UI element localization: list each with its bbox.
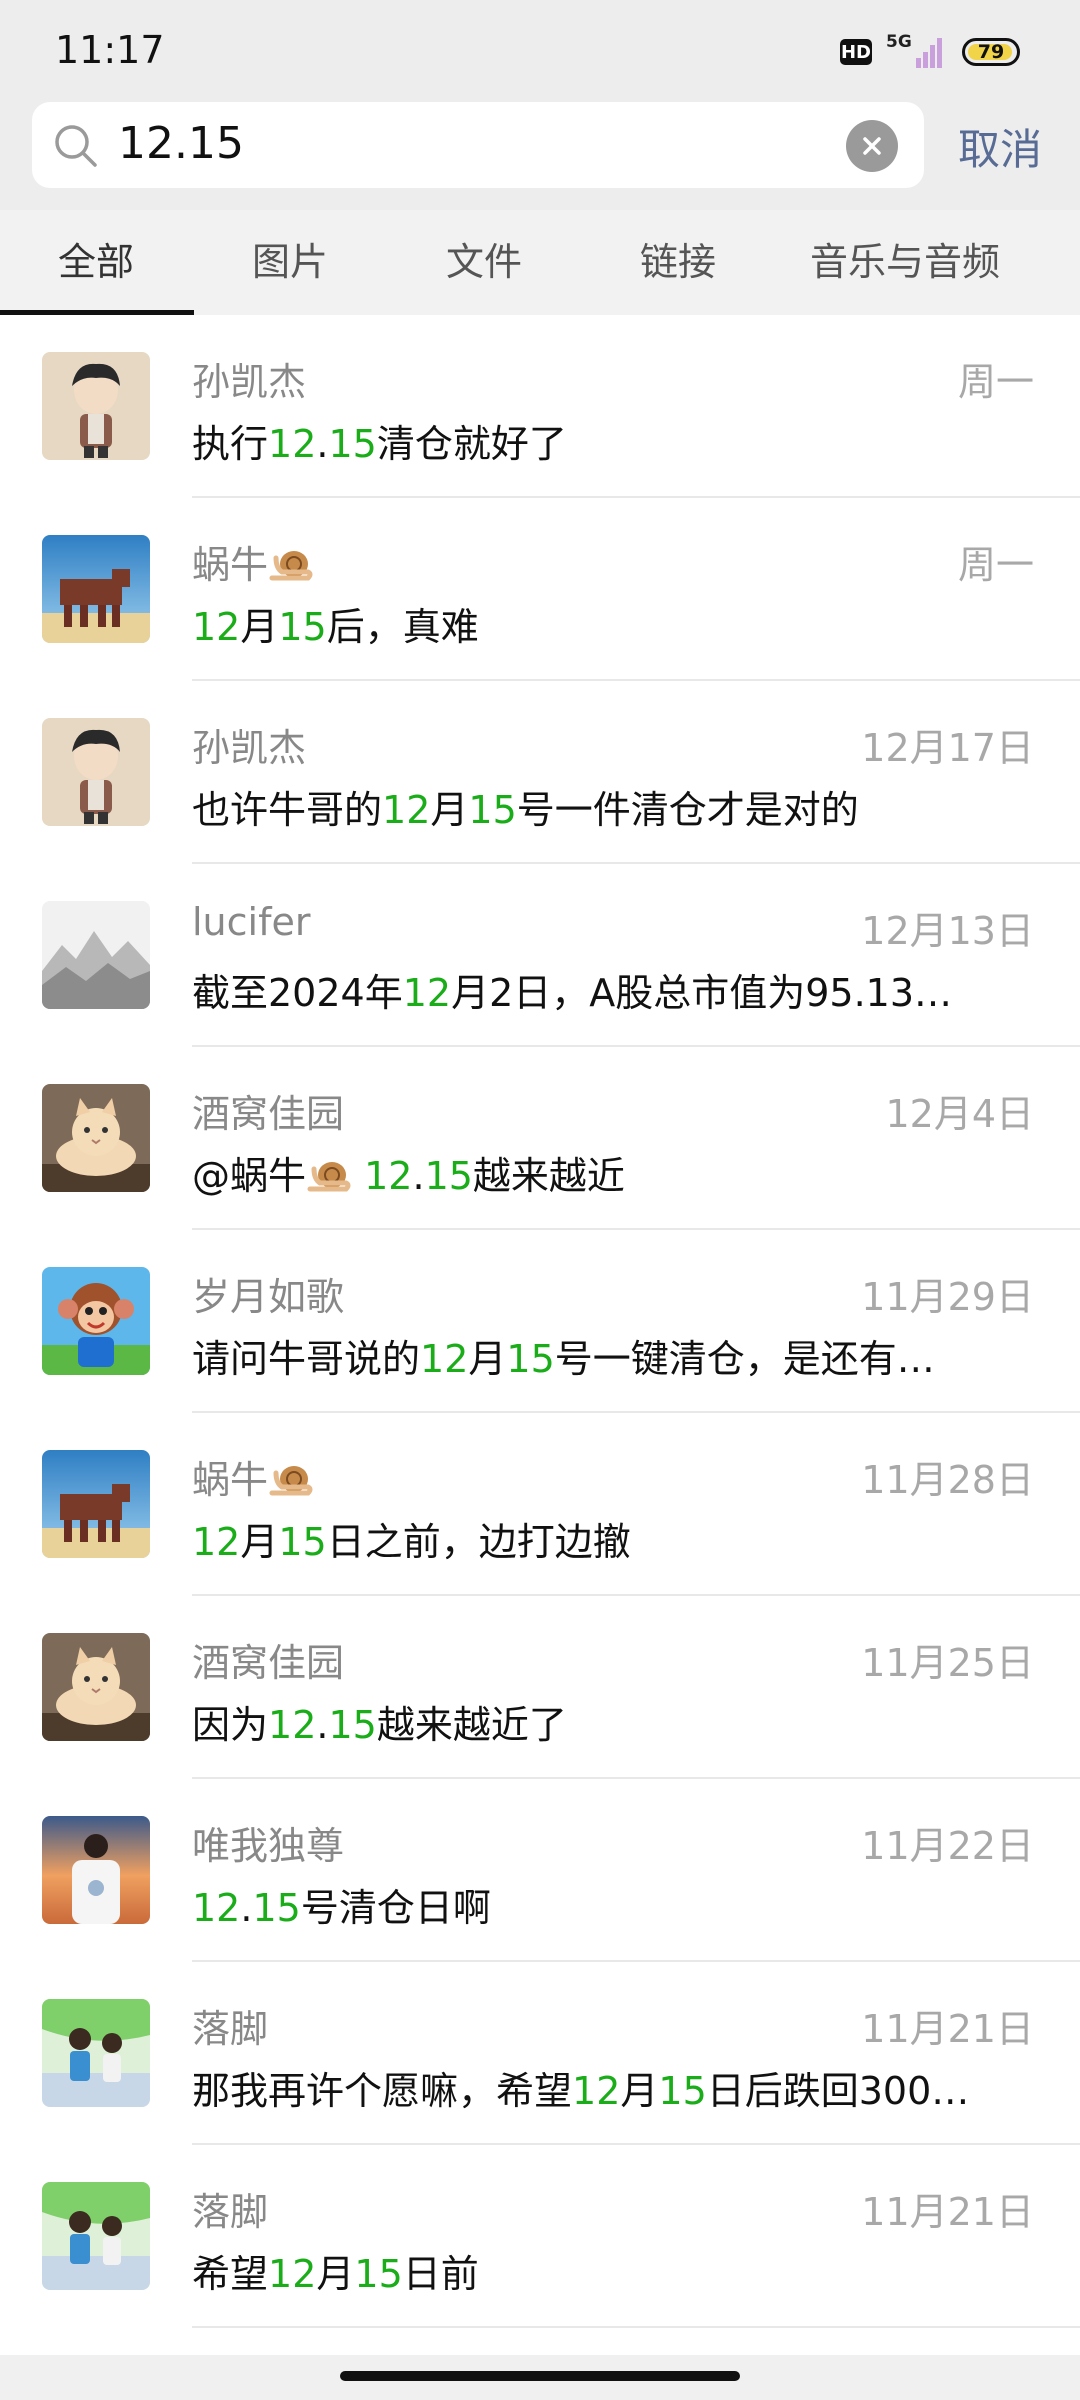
search-result-row[interactable]: 孙凯杰 周一执行12.15清仓就好了 (0, 315, 1080, 498)
message-date: 12月4日 (885, 1092, 1034, 1136)
message-date: 11月21日 (861, 2007, 1034, 2051)
status-bar: 11:17 HD 5G 79 (0, 0, 1080, 100)
search-result-row[interactable]: 蜗牛 11月28日 12月15日之前，边打边撤 (0, 1413, 1080, 1596)
message-snippet: 希望12月15日前 (192, 2252, 479, 2296)
message-snippet: 执行12.15清仓就好了 (192, 422, 567, 466)
battery-percent: 79 (977, 41, 1005, 63)
contact-name: 孙凯杰 (192, 360, 307, 404)
avatar[interactable] (42, 718, 150, 826)
search-result-row[interactable]: 酒窝佳园 12月4日 @蜗牛 12.15越来越近 (0, 1047, 1080, 1230)
avatar[interactable] (42, 535, 150, 643)
search-result-row[interactable]: 落脚 11月21日希望12月15日前 (0, 2145, 1080, 2328)
message-date: 周一 (957, 543, 1034, 587)
message-date: 11月22日 (861, 1824, 1034, 1868)
search-result-row[interactable]: lucifer 12月13日截至2024年12月2日，A股总市值为95.13… (0, 864, 1080, 1047)
message-snippet: @蜗牛 12.15越来越近 (192, 1154, 625, 1198)
contact-name: 唯我独尊 (192, 1824, 345, 1868)
contact-name: 岁月如歌 (192, 1275, 345, 1319)
contact-name: 酒窝佳园 (192, 1092, 345, 1136)
snail-emoji-icon (269, 1466, 313, 1496)
avatar[interactable] (42, 1267, 150, 1375)
navigation-bar (0, 2355, 1080, 2400)
search-result-row[interactable]: 孙凯杰 12月17日 也许牛哥的12月15号一件清仓才是对的 (0, 681, 1080, 864)
tab-images[interactable]: 图片 (252, 210, 328, 315)
search-icon (55, 125, 97, 167)
battery-icon: 79 (962, 38, 1020, 66)
search-result-row[interactable]: 酒窝佳园 11月25日因为12.15越来越近了 (0, 1596, 1080, 1779)
snail-emoji-icon (307, 1162, 351, 1192)
message-date: 周一 (957, 360, 1034, 404)
message-snippet: 截至2024年12月2日，A股总市值为95.13… (192, 971, 953, 1015)
status-time: 11:17 (55, 28, 165, 72)
status-icons: HD 5G 79 (840, 32, 1020, 70)
avatar[interactable] (42, 2182, 150, 2290)
home-indicator[interactable] (340, 2371, 740, 2381)
search-input[interactable]: 12.15 (32, 102, 924, 188)
message-snippet: 也许牛哥的12月15号一件清仓才是对的 (192, 788, 859, 832)
cancel-button[interactable]: 取消 (958, 116, 1042, 177)
message-snippet: 因为12.15越来越近了 (192, 1703, 567, 1747)
search-result-row[interactable]: 落脚 11月21日那我再许个愿嘛，希望12月15日后跌回300… (0, 1962, 1080, 2145)
message-snippet: 12月15日之前，边打边撤 (192, 1520, 631, 1564)
avatar[interactable] (42, 1816, 150, 1924)
avatar[interactable] (42, 1999, 150, 2107)
message-date: 12月13日 (861, 909, 1034, 953)
search-result-row[interactable]: 唯我独尊 11月22日 12.15号清仓日啊 (0, 1779, 1080, 1962)
contact-name: 蜗牛 (192, 1449, 314, 1504)
contact-name: 孙凯杰 (192, 726, 307, 770)
snail-emoji-icon (269, 551, 313, 581)
contact-name: lucifer (192, 900, 311, 944)
filter-tabs: 全部 图片 文件 链接 音乐与音频 (0, 210, 1080, 315)
avatar[interactable] (42, 1633, 150, 1741)
contact-name: 酒窝佳园 (192, 1641, 345, 1685)
message-date: 11月28日 (861, 1458, 1034, 1502)
contact-name: 蜗牛 (192, 534, 314, 589)
search-results-list: 孙凯杰 周一 执行12.15清仓就好了 蜗牛 周一 12月15后，真难 孙凯杰 12月17日也… (0, 315, 1080, 2328)
search-bar: 12.15 取消 (0, 100, 1080, 210)
message-snippet: 12.15号清仓日啊 (192, 1886, 491, 1930)
avatar[interactable] (42, 1450, 150, 1558)
hd-icon: HD (840, 39, 872, 65)
message-date: 11月21日 (861, 2190, 1034, 2234)
search-result-row[interactable]: 蜗牛 周一 12月15后，真难 (0, 498, 1080, 681)
tab-links[interactable]: 链接 (640, 210, 716, 315)
message-snippet: 请问牛哥说的12月15号一键清仓，是还有… (192, 1337, 935, 1381)
signal-icon: 5G (886, 32, 948, 70)
tab-files[interactable]: 文件 (446, 210, 522, 315)
message-date: 12月17日 (861, 726, 1034, 770)
message-snippet: 那我再许个愿嘛，希望12月15日后跌回300… (192, 2069, 970, 2113)
message-snippet: 12月15后，真难 (192, 605, 479, 649)
avatar[interactable] (42, 901, 150, 1009)
tab-music-audio[interactable]: 音乐与音频 (810, 210, 1000, 315)
message-date: 11月29日 (861, 1275, 1034, 1319)
search-result-row[interactable]: 岁月如歌 11月29日请问牛哥说的12月15号一键清仓，是还有… (0, 1230, 1080, 1413)
row-divider (192, 2326, 1080, 2328)
avatar[interactable] (42, 352, 150, 460)
avatar[interactable] (42, 1084, 150, 1192)
clear-icon[interactable] (846, 120, 898, 172)
contact-name: 落脚 (192, 2007, 269, 2051)
contact-name: 落脚 (192, 2190, 269, 2234)
search-query: 12.15 (118, 118, 244, 169)
message-date: 11月25日 (861, 1641, 1034, 1685)
tab-all[interactable]: 全部 (58, 210, 134, 315)
